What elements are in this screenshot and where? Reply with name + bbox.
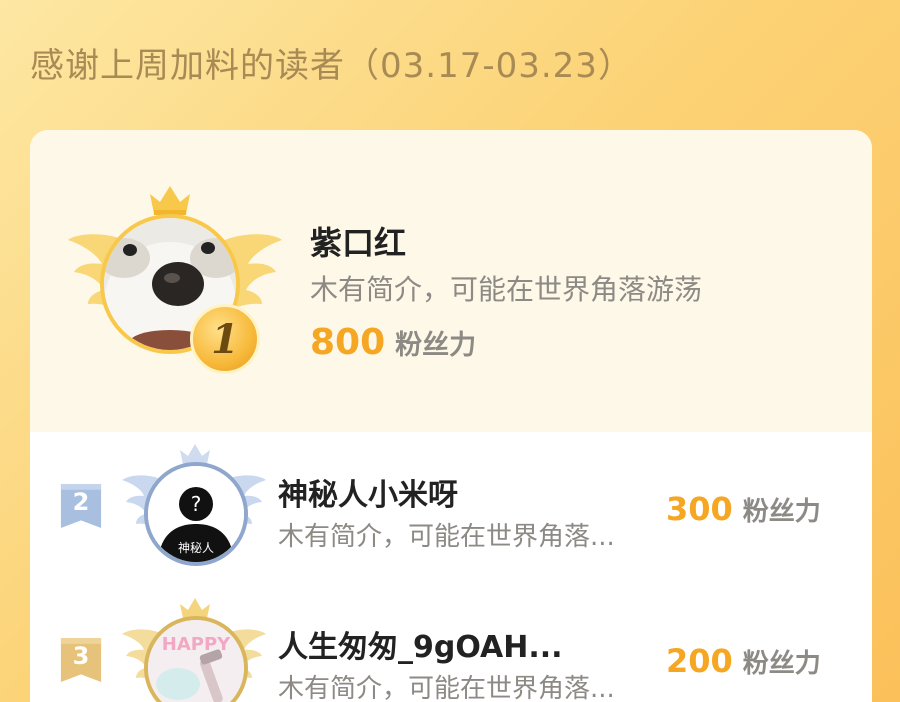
score-unit: 粉丝力 <box>395 330 477 361</box>
avatar-caption: 神秘人 <box>178 541 214 555</box>
user-bio: 木有简介，可能在世界角落... <box>278 674 615 702</box>
happy-avatar-icon: HAPPY <box>148 620 244 702</box>
crown-icon <box>150 186 190 215</box>
fan-power-score: 300 粉丝力 <box>666 490 821 528</box>
rank-1-entry[interactable]: 1 紫口红 木有简介，可能在世界角落游荡 800 粉丝力 <box>30 130 872 432</box>
score-unit: 粉丝力 <box>742 497 821 527</box>
rank-3-entry[interactable]: 3 HAPPY 人生匆匆_9gOAH... 木有简介，可能在世界角落... 20… <box>30 584 872 702</box>
rank-2-entry[interactable]: 2 ? 神秘人 神秘人小米呀 木有简介，可能在世界角落... 300 粉丝力 <box>30 432 872 582</box>
score-value: 300 <box>666 490 733 528</box>
score-unit: 粉丝力 <box>742 649 821 679</box>
fan-power-score: 800 粉丝力 <box>310 322 476 363</box>
score-value: 800 <box>310 322 386 363</box>
rank-1-badge: 1 <box>190 304 260 374</box>
score-value: 200 <box>666 642 733 680</box>
user-name[interactable]: 紫口红 <box>310 218 406 264</box>
rank-2-number: 2 <box>72 488 90 516</box>
fan-power-score: 200 粉丝力 <box>666 642 821 680</box>
mystery-person-icon: ? 神秘人 <box>148 466 244 562</box>
ranking-card: 1 紫口红 木有简介，可能在世界角落游荡 800 粉丝力 2 ? 神秘人 神秘人… <box>30 130 872 702</box>
user-bio: 木有简介，可能在世界角落游荡 <box>310 273 703 306</box>
avatar-mark: ? <box>191 492 202 516</box>
page-title: 感谢上周加料的读者（03.17-03.23） <box>30 46 633 86</box>
user-bio: 木有简介，可能在世界角落... <box>278 522 615 552</box>
user-name[interactable]: 神秘人小米呀 <box>278 470 458 514</box>
rank-3-number: 3 <box>72 642 90 670</box>
user-name[interactable]: 人生匆匆_9gOAH... <box>278 622 563 666</box>
avatar-mystery[interactable]: ? 神秘人 <box>144 462 248 566</box>
